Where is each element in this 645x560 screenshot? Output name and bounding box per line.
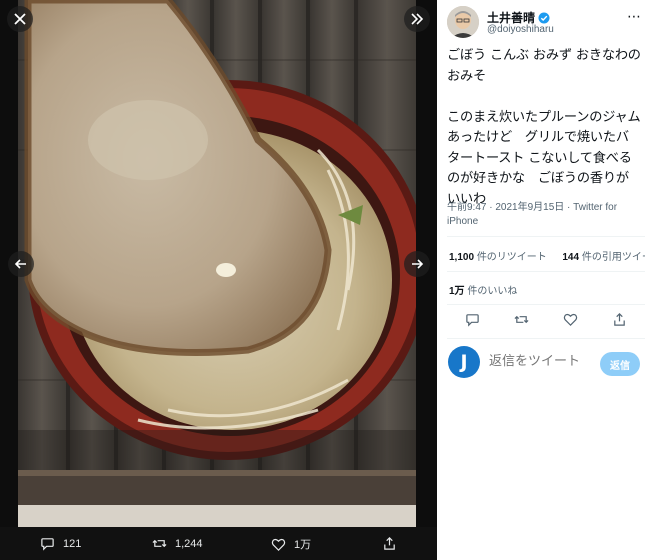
- arrow-right-icon: [412, 259, 424, 269]
- reply-count: 121: [63, 537, 82, 550]
- arrow-left-icon: [14, 259, 26, 269]
- expand-panel-button[interactable]: [404, 6, 430, 32]
- author-photo: [447, 6, 479, 38]
- more-options-icon[interactable]: ⋯: [627, 8, 641, 25]
- close-icon: [14, 13, 26, 25]
- reply-action[interactable]: 121: [40, 536, 81, 551]
- like-button[interactable]: [563, 312, 578, 327]
- retweet-icon: [514, 315, 529, 324]
- retweets-value[interactable]: 1,100: [449, 252, 474, 263]
- divider: [447, 338, 645, 339]
- divider: [447, 304, 645, 305]
- retweet-button[interactable]: [514, 312, 529, 327]
- previous-image-button[interactable]: [8, 251, 34, 277]
- divider: [447, 271, 645, 272]
- avatar-letter: J: [460, 351, 468, 373]
- current-user-avatar: J: [448, 346, 480, 378]
- media-action-bar: 121 1,244 1万: [0, 527, 437, 560]
- author-handle[interactable]: @doiyoshiharu: [487, 24, 554, 35]
- engagement-stats: 1,100 件のリツイート 144 件の引用ツイート: [449, 248, 645, 263]
- quotes-label[interactable]: 件の引用ツイート: [582, 252, 645, 263]
- divider: [447, 236, 645, 237]
- heart-icon: [271, 538, 286, 551]
- author-avatar[interactable]: [447, 6, 479, 38]
- tweet-timestamp[interactable]: 午前9:47 · 2021年9月15日 · Twitter for iPhone: [447, 201, 642, 229]
- tweet-photo: [18, 0, 416, 527]
- share-button[interactable]: [612, 312, 627, 327]
- reply-submit-button[interactable]: 返信: [600, 352, 640, 376]
- chevrons-right-icon: [411, 13, 424, 25]
- retweet-action[interactable]: 1,244: [152, 536, 203, 551]
- media-viewer: 121 1,244 1万: [0, 0, 437, 560]
- tweet-detail-panel: 土井善晴 @doiyoshiharu ⋯ ごぼう こんぶ おみず おきなわのおみ…: [437, 0, 645, 560]
- likes-value: 1万: [449, 286, 465, 297]
- reply-button[interactable]: [465, 312, 480, 327]
- close-button[interactable]: [7, 6, 33, 32]
- heart-icon: [563, 313, 578, 326]
- like-count: 1万: [294, 539, 312, 551]
- next-image-button[interactable]: [404, 251, 430, 277]
- reply-icon: [41, 538, 54, 551]
- share-icon: [614, 313, 625, 326]
- tweet-text: ごぼう こんぶ おみず おきなわのおみそ このまえ炊いたプルーンのジャムあったけ…: [447, 48, 641, 207]
- share-action[interactable]: [382, 536, 397, 551]
- like-action[interactable]: 1万: [271, 536, 311, 552]
- retweet-icon: [152, 539, 167, 548]
- retweets-label[interactable]: 件のリツイート: [477, 252, 547, 263]
- reply-input[interactable]: [489, 354, 589, 369]
- quotes-value[interactable]: 144: [562, 252, 579, 263]
- share-icon: [384, 537, 395, 550]
- reply-icon: [466, 314, 479, 327]
- verified-badge-icon: [538, 12, 550, 23]
- retweet-count: 1,244: [175, 537, 203, 550]
- likes-stat[interactable]: 1万 件のいいね: [449, 282, 517, 297]
- tweet-actions: [437, 312, 645, 332]
- likes-label: 件のいいね: [467, 286, 518, 297]
